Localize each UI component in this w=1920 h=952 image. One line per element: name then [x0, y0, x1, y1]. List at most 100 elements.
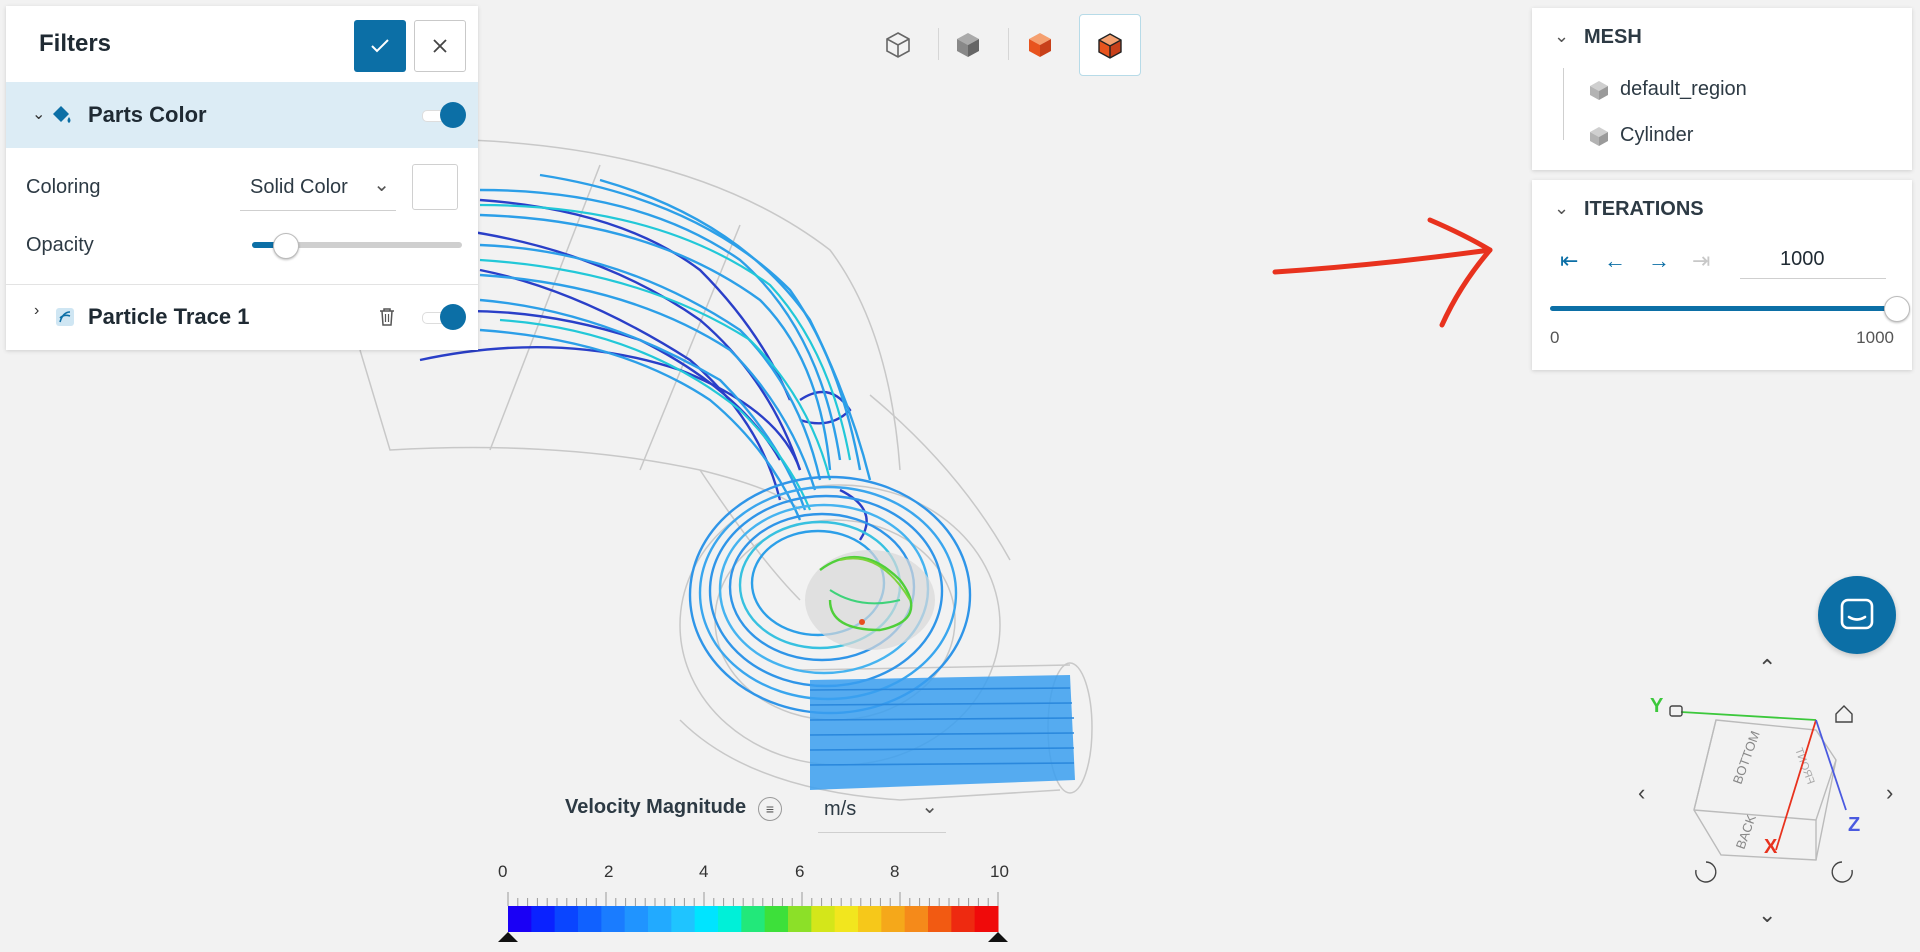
chevron-down-icon[interactable]: ⌄ — [32, 104, 45, 124]
next-iteration-icon[interactable]: → — [1648, 248, 1670, 274]
paint-bucket-icon — [53, 106, 71, 123]
color-band — [671, 906, 696, 932]
legend-tick-label: 2 — [604, 862, 614, 881]
iteration-min-label: 0 — [1550, 328, 1560, 347]
iteration-input[interactable]: 1000 — [1740, 242, 1886, 279]
color-band — [624, 906, 649, 932]
color-band — [904, 906, 929, 932]
color-band — [531, 906, 556, 932]
opacity-slider-handle[interactable] — [273, 233, 299, 259]
particle-trace-icon — [56, 308, 74, 326]
iterations-panel: ⌄ ITERATIONS ⇤ ← → ⇥ 1000 0 1000 — [1532, 180, 1912, 370]
mesh-item-cylinder[interactable]: Cylinder — [1588, 124, 1693, 147]
view-surface-edges-button[interactable] — [1079, 14, 1141, 76]
iteration-slider-handle[interactable] — [1884, 296, 1910, 322]
axis-label-y: Y — [1650, 695, 1664, 717]
min-marker-icon[interactable] — [498, 932, 518, 942]
legend-tick-label: 0 — [498, 862, 508, 881]
camera-icon[interactable] — [1669, 705, 1683, 717]
iteration-value: 1000 — [1780, 248, 1825, 270]
color-band — [578, 906, 602, 932]
color-swatch[interactable] — [412, 164, 458, 210]
color-band — [881, 906, 906, 932]
chevron-down-icon: ⌄ — [921, 796, 938, 818]
wireframe-cube-icon — [886, 32, 910, 58]
filter-item-parts-color[interactable]: ⌄ Parts Color — [6, 82, 478, 148]
check-icon — [371, 39, 389, 53]
color-band — [718, 906, 742, 932]
solid-cube-icon — [957, 33, 979, 57]
color-band — [508, 906, 532, 932]
chat-button[interactable] — [1818, 576, 1896, 654]
rotate-cw-icon[interactable] — [1831, 861, 1853, 883]
mesh-item-label: Cylinder — [1620, 124, 1694, 146]
close-button[interactable] — [414, 20, 466, 72]
particle-trace-toggle[interactable] — [422, 304, 466, 330]
cube-face-front[interactable]: FRONT — [1792, 746, 1816, 786]
legend-tick-label: 4 — [699, 862, 709, 881]
previous-iteration-icon[interactable]: ← — [1604, 248, 1626, 274]
filter-item-particle-trace[interactable]: › Particle Trace 1 — [6, 286, 478, 348]
coloring-value: Solid Color — [250, 176, 348, 198]
filters-panel: Filters ⌄ Parts Color Coloring Solid Col… — [6, 6, 478, 350]
home-icon[interactable] — [1835, 705, 1853, 723]
cube-face-bottom[interactable]: BOTTOM — [1730, 729, 1763, 786]
mesh-panel: ⌄ MESH default_region Cylinder — [1532, 8, 1912, 170]
last-iteration-icon: ⇥ — [1692, 248, 1711, 273]
cube-icon — [1590, 80, 1608, 100]
chevron-right-icon[interactable]: › — [34, 302, 39, 320]
mesh-item-label: default_region — [1620, 78, 1747, 100]
legend-menu-icon[interactable]: ≡ — [758, 797, 782, 821]
surface-cube-icon — [1029, 33, 1051, 57]
chat-icon — [1840, 598, 1874, 630]
color-scale-bar — [498, 892, 1008, 942]
close-icon — [433, 39, 447, 53]
toolbar-separator — [1008, 28, 1009, 60]
filter-item-label: Parts Color — [88, 102, 207, 127]
mesh-item-default-region[interactable]: default_region — [1588, 78, 1747, 101]
iteration-slider[interactable] — [1550, 296, 1910, 322]
cube-face-back[interactable]: BACK — [1733, 812, 1759, 851]
first-iteration-icon[interactable]: ⇤ — [1560, 248, 1578, 274]
axis-label-z: Z — [1848, 814, 1861, 836]
color-band — [694, 906, 719, 932]
rotate-up-icon[interactable]: ⌃ — [1758, 655, 1776, 681]
annotation-arrow — [1272, 217, 1493, 328]
chevron-down-icon[interactable]: ⌄ — [1554, 198, 1569, 219]
rotate-down-icon[interactable]: ⌄ — [1758, 902, 1776, 928]
outlet-streamlines — [809, 675, 1075, 790]
max-marker-icon[interactable] — [988, 932, 1008, 942]
view-solid-button[interactable] — [938, 14, 998, 74]
parts-color-toggle[interactable] — [422, 102, 466, 128]
view-wireframe-button[interactable] — [868, 14, 928, 74]
color-band — [741, 906, 766, 932]
cube-icon — [1590, 126, 1608, 146]
color-band — [764, 906, 789, 932]
view-surface-button[interactable] — [1010, 14, 1070, 74]
surface-edges-cube-icon — [1098, 33, 1122, 59]
color-band — [928, 906, 952, 932]
opacity-label: Opacity — [26, 234, 94, 256]
color-band — [834, 906, 859, 932]
color-band — [811, 906, 836, 932]
unit-select[interactable]: m/s ⌄ — [818, 784, 946, 833]
opacity-slider[interactable] — [252, 233, 462, 259]
trash-icon[interactable] — [378, 307, 396, 327]
apply-button[interactable] — [354, 20, 406, 72]
color-band — [788, 906, 812, 932]
chevron-down-icon[interactable]: ⌄ — [1554, 26, 1569, 47]
coloring-select[interactable]: Solid Color ⌄ — [240, 166, 396, 211]
legend-tick-label: 8 — [890, 862, 900, 881]
color-band — [648, 906, 672, 932]
mesh-title: MESH — [1584, 26, 1642, 48]
tree-line — [1563, 68, 1564, 140]
divider — [6, 284, 478, 285]
color-band — [951, 906, 976, 932]
legend-title: Velocity Magnitude — [565, 796, 747, 818]
navigation-cube[interactable]: BOTTOM BACK FRONT — [1636, 690, 1896, 900]
iterations-title: ITERATIONS — [1584, 198, 1704, 220]
color-band — [974, 906, 999, 932]
color-band — [858, 906, 882, 932]
rotate-ccw-icon[interactable] — [1695, 861, 1717, 883]
legend-tick-label: 10 — [990, 862, 1009, 881]
